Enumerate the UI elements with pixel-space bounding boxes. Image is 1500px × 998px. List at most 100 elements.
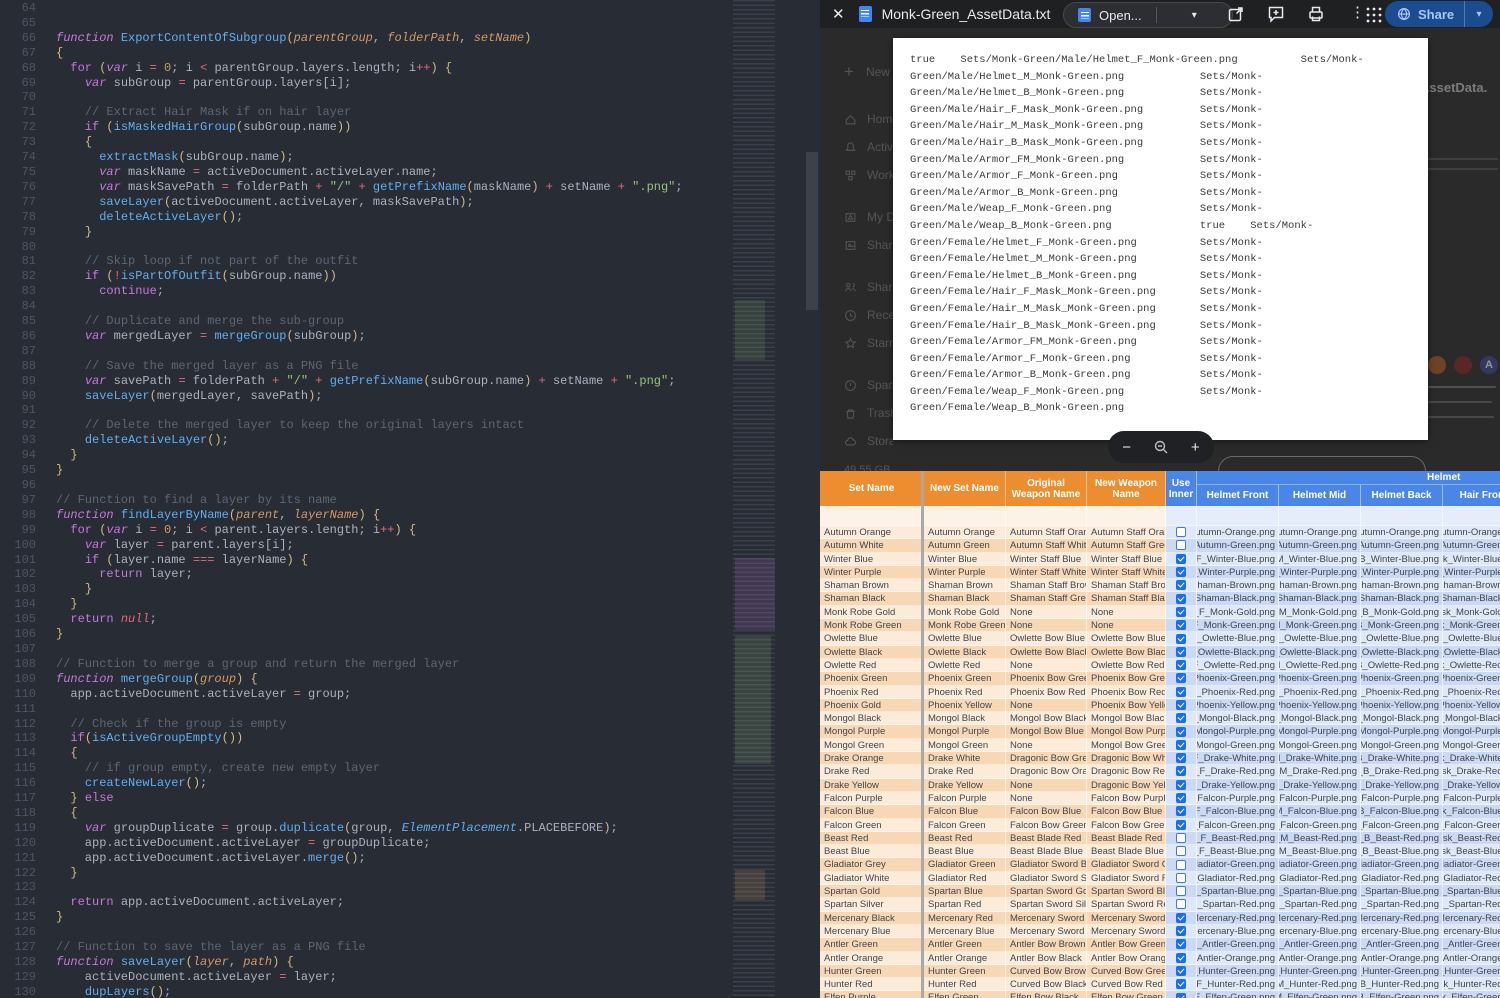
- code-line[interactable]: 66function ExportContentOfSubgroup(paren…: [0, 31, 733, 46]
- cell[interactable]: Helmet_M_Owlette-Blue.png: [1279, 632, 1361, 645]
- cell[interactable]: Helmet_M_Mercenary-Blue.png: [1279, 925, 1361, 938]
- cell[interactable]: Beast Red: [924, 832, 1006, 845]
- cell[interactable]: Hair_F_Mask_Spartan-Blue.png: [1443, 885, 1500, 898]
- cell[interactable]: Helmet_F_Owlette-Blue.png: [1197, 632, 1279, 645]
- code-line[interactable]: 64: [0, 1, 733, 16]
- cell[interactable]: Winter Staff Blue: [1006, 553, 1087, 566]
- cell[interactable]: Helmet_F_Mongol-Black.png: [1197, 712, 1279, 725]
- cell[interactable]: Mongol Bow Green: [1087, 739, 1166, 752]
- cell[interactable]: Drake Red: [820, 765, 924, 778]
- cell[interactable]: Helmet_F_Spartan-Blue.png: [1197, 885, 1279, 898]
- cell[interactable]: Autumn Green: [924, 539, 1006, 552]
- cell[interactable]: Helmet_B_Drake-Red.png: [1361, 765, 1443, 778]
- cell[interactable]: Hair_F_Mask_Shaman-Black.png: [1443, 592, 1500, 605]
- code-line[interactable]: 83 continue;: [0, 284, 733, 299]
- cell[interactable]: Helmet_M_Phoenix-Yellow.png: [1279, 699, 1361, 712]
- cell[interactable]: Hunter Green: [924, 965, 1006, 978]
- cell[interactable]: Phoenix Red: [924, 686, 1006, 699]
- cell[interactable]: Autumn Staff Green: [1087, 539, 1166, 552]
- code-line[interactable]: 85 // Duplicate and merge the sub-group: [0, 314, 733, 329]
- cell[interactable]: Helmet_M_Winter-Purple.png: [1279, 566, 1361, 579]
- code-line[interactable]: 103 }: [0, 582, 733, 597]
- cell[interactable]: Helmet_M_Drake-Yellow.png: [1279, 779, 1361, 792]
- cell[interactable]: Mongol Black: [924, 712, 1006, 725]
- cell[interactable]: Drake Yellow: [924, 779, 1006, 792]
- code-line[interactable]: 77 saveLayer(activeDocument.activeLayer,…: [0, 195, 733, 210]
- cell[interactable]: Spartan Sword Silver: [1006, 898, 1087, 911]
- code-line[interactable]: 76 var maskSavePath = folderPath + "/" +…: [0, 180, 733, 195]
- sidebar-item-shared-with-me[interactable]: Shared with me: [820, 280, 893, 294]
- cell[interactable]: Helmet_B_Monk-Green.png: [1361, 619, 1443, 632]
- cell[interactable]: Gladiator White: [820, 872, 924, 885]
- cell[interactable]: Helmet_B_Beast-Blue.png: [1361, 845, 1443, 858]
- cell[interactable]: Helmet_F_Winter-Blue.png: [1197, 553, 1279, 566]
- cell[interactable]: Beast Blue: [820, 845, 924, 858]
- code-line[interactable]: 125}: [0, 910, 733, 925]
- cell[interactable]: Owlette Red: [924, 659, 1006, 672]
- use-inner-checkbox[interactable]: [1176, 979, 1186, 989]
- code-line[interactable]: 71 // Extract Hair Mask if on hair layer: [0, 105, 733, 120]
- code-line[interactable]: 120 app.activeDocument.activeLayer = gro…: [0, 836, 733, 851]
- cell[interactable]: Beast Blade Red: [1087, 832, 1166, 845]
- cell[interactable]: Shaman Brown: [820, 579, 924, 592]
- code-line[interactable]: 106}: [0, 627, 733, 642]
- cell[interactable]: Helmet_F_Winter-Purple.png: [1197, 566, 1279, 579]
- cell[interactable]: Shaman Black: [924, 592, 1006, 605]
- code-line[interactable]: 111: [0, 702, 733, 717]
- cell[interactable]: Helmet_B_Mercenary-Red.png: [1361, 912, 1443, 925]
- cell[interactable]: [1087, 506, 1166, 526]
- cell[interactable]: Hair_F_Mask_Owlette-Blue.png: [1443, 632, 1500, 645]
- cell[interactable]: Hair_F_Mask_Mercenary-Blue.png: [1443, 925, 1500, 938]
- cell[interactable]: Owlette Bow Blue: [1006, 632, 1087, 645]
- column-header-hair-front[interactable]: Hair Front: [1443, 484, 1500, 506]
- more-options-icon[interactable]: ⋮: [1350, 3, 1365, 21]
- open-with-button[interactable]: Open... ▾: [1063, 2, 1233, 28]
- cell[interactable]: Helmet_B_Mongol-Green.png: [1361, 739, 1443, 752]
- code-line[interactable]: 117 } else: [0, 791, 733, 806]
- sidebar-item-home[interactable]: Home: [820, 112, 893, 126]
- share-dropdown-icon[interactable]: ▾: [1465, 9, 1493, 20]
- cell[interactable]: Hair_F_Mask_Monk-Gold.png: [1443, 606, 1500, 619]
- cell[interactable]: Monk Robe Gold: [820, 606, 924, 619]
- use-inner-checkbox[interactable]: [1176, 740, 1186, 750]
- cell[interactable]: Drake White: [924, 752, 1006, 765]
- cell[interactable]: Antler Bow Black: [1006, 952, 1087, 965]
- cell[interactable]: Winter Staff White: [1087, 566, 1166, 579]
- cell[interactable]: Helmet_F_Mercenary-Red.png: [1197, 912, 1279, 925]
- cell[interactable]: Hair_F_Mask_Winter-Purple.png: [1443, 566, 1500, 579]
- code-line[interactable]: 79 }: [0, 225, 733, 240]
- code-line[interactable]: 90 saveLayer(mergedLayer, savePath);: [0, 389, 733, 404]
- cell[interactable]: Helmet_F_Beast-Blue.png: [1197, 845, 1279, 858]
- code-line[interactable]: 87: [0, 344, 733, 359]
- cell[interactable]: Hair_F_Mask_Mercenary-Red.png: [1443, 912, 1500, 925]
- cell[interactable]: Gladiator Sword Bronze: [1006, 858, 1087, 871]
- use-inner-checkbox[interactable]: [1176, 660, 1186, 670]
- cell[interactable]: Autumn Orange: [924, 526, 1006, 539]
- cell[interactable]: Helmet_M_Monk-Gold.png: [1279, 606, 1361, 619]
- cell[interactable]: Hair_F_Mask_Beast-Blue.png: [1443, 845, 1500, 858]
- code-line[interactable]: 86 var mergedLayer = mergeGroup(subGroup…: [0, 329, 733, 344]
- cell[interactable]: Antler Green: [820, 938, 924, 951]
- cell[interactable]: Helmet_B_Mongol-Purple.png: [1361, 725, 1443, 738]
- cell[interactable]: Elfen Bow Black: [1006, 991, 1087, 998]
- cell[interactable]: Autumn Orange: [820, 526, 924, 539]
- cell[interactable]: None: [1006, 606, 1087, 619]
- cell[interactable]: Elfen Purple: [820, 991, 924, 998]
- cell[interactable]: Helmet_M_Drake-White.png: [1279, 752, 1361, 765]
- cell[interactable]: Elfen Green: [924, 991, 1006, 998]
- code-line[interactable]: 107: [0, 642, 733, 657]
- cell[interactable]: Autumn Staff White: [1006, 539, 1087, 552]
- cell[interactable]: Helmet_F_Phoenix-Yellow.png: [1197, 699, 1279, 712]
- use-inner-checkbox[interactable]: [1176, 833, 1186, 843]
- cell[interactable]: Hair_F_Mask_Antler-Orange.png: [1443, 952, 1500, 965]
- cell[interactable]: Shaman Brown: [924, 579, 1006, 592]
- cell[interactable]: Falcon Bow Purple: [1087, 792, 1166, 805]
- cell[interactable]: Phoenix Yellow: [924, 699, 1006, 712]
- code-line[interactable]: 82 if (!isPartOfOutfit(subGroup.name)): [0, 269, 733, 284]
- cell[interactable]: Helmet_F_Drake-White.png: [1197, 752, 1279, 765]
- cell[interactable]: Phoenix Bow Red: [1087, 686, 1166, 699]
- cell[interactable]: Helmet_B_Beast-Red.png: [1361, 832, 1443, 845]
- cell[interactable]: Helmet_F_Falcon-Green.png: [1197, 819, 1279, 832]
- column-header-use-inner[interactable]: Use Inner: [1166, 471, 1197, 506]
- cell[interactable]: Helmet_F_Beast-Red.png: [1197, 832, 1279, 845]
